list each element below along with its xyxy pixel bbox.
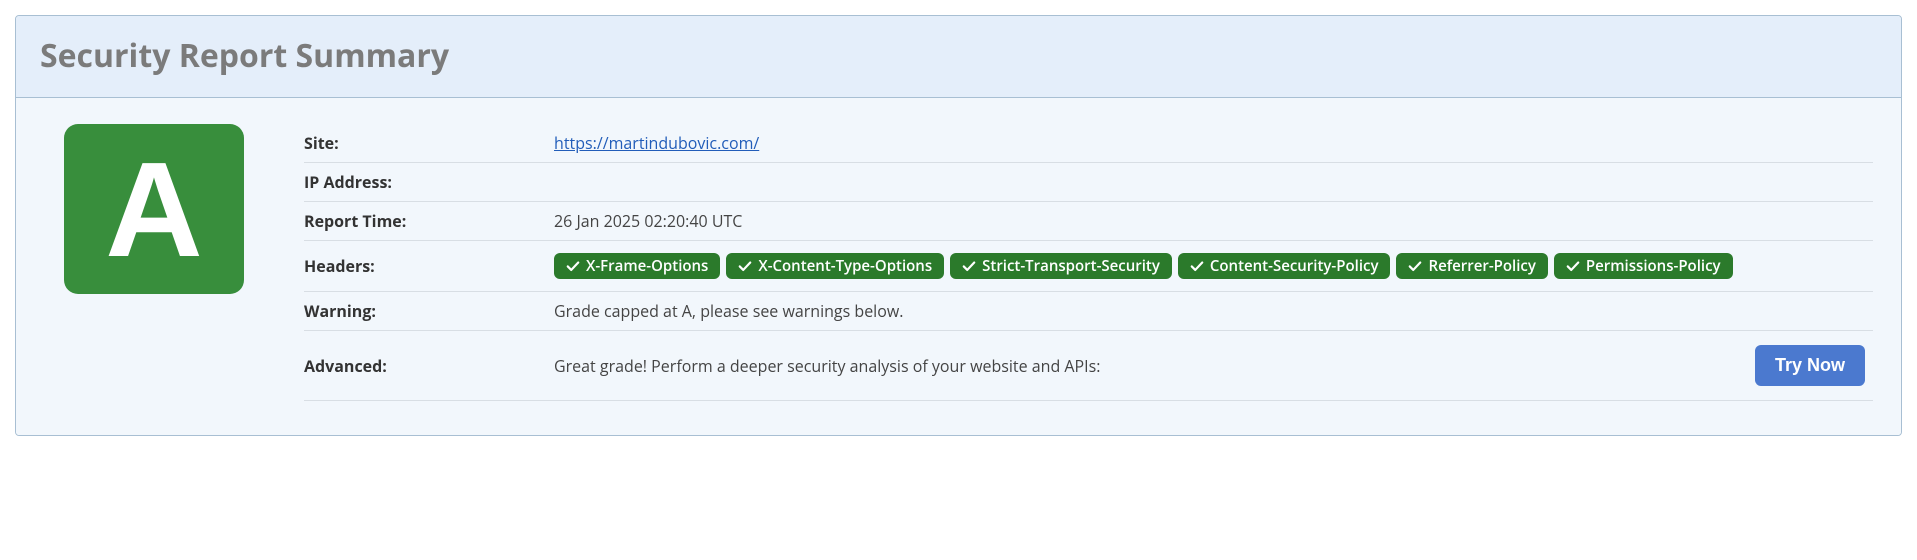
advanced-text: Great grade! Perform a deeper security a… [554,355,1100,377]
check-icon [1190,259,1204,273]
check-icon [962,259,976,273]
row-site: Site: https://martindubovic.com/ [304,124,1873,163]
value-ip [554,163,1873,202]
details-table-wrap: Site: https://martindubovic.com/ IP Addr… [304,124,1873,401]
value-headers: X-Frame-Options X-Content-Type-Options Str… [554,241,1873,292]
row-headers: Headers: X-Frame-Options X-Content-Type-O… [304,241,1873,292]
grade-box: A [64,124,244,401]
label-time: Report Time: [304,202,554,241]
header-pill-row: X-Frame-Options X-Content-Type-Options Str… [554,249,1865,283]
header-pill-label: Strict-Transport-Security [982,256,1160,276]
check-icon [738,259,752,273]
header-pill-label: X-Frame-Options [586,256,708,276]
security-report-panel: Security Report Summary A Site: https://… [15,15,1902,436]
label-warning: Warning: [304,292,554,331]
try-now-button[interactable]: Try Now [1755,345,1865,386]
value-site: https://martindubovic.com/ [554,124,1873,163]
header-pill-label: Referrer-Policy [1428,256,1535,276]
value-advanced: Great grade! Perform a deeper security a… [554,331,1873,401]
row-advanced: Advanced: Great grade! Perform a deeper … [304,331,1873,401]
header-pill: Referrer-Policy [1396,253,1547,279]
grade-letter: A [105,142,203,277]
value-time: 26 Jan 2025 02:20:40 UTC [554,202,1873,241]
grade-badge: A [64,124,244,294]
label-ip: IP Address: [304,163,554,202]
row-time: Report Time: 26 Jan 2025 02:20:40 UTC [304,202,1873,241]
header-pill-label: X-Content-Type-Options [758,256,932,276]
panel-title: Security Report Summary [40,34,1877,77]
header-pill-label: Permissions-Policy [1586,256,1721,276]
panel-header: Security Report Summary [16,16,1901,98]
header-pill: Permissions-Policy [1554,253,1733,279]
value-warning: Grade capped at A, please see warnings b… [554,292,1873,331]
details-table: Site: https://martindubovic.com/ IP Addr… [304,124,1873,401]
advanced-row-content: Great grade! Perform a deeper security a… [554,339,1865,392]
label-advanced: Advanced: [304,331,554,401]
check-icon [566,259,580,273]
label-site: Site: [304,124,554,163]
header-pill: Strict-Transport-Security [950,253,1172,279]
panel-body: A Site: https://martindubovic.com/ IP Ad… [16,98,1901,435]
header-pill-label: Content-Security-Policy [1210,256,1379,276]
header-pill: X-Content-Type-Options [726,253,944,279]
check-icon [1408,259,1422,273]
row-warning: Warning: Grade capped at A, please see w… [304,292,1873,331]
label-headers: Headers: [304,241,554,292]
check-icon [1566,259,1580,273]
row-ip: IP Address: [304,163,1873,202]
site-link[interactable]: https://martindubovic.com/ [554,132,759,154]
header-pill: X-Frame-Options [554,253,720,279]
header-pill: Content-Security-Policy [1178,253,1391,279]
